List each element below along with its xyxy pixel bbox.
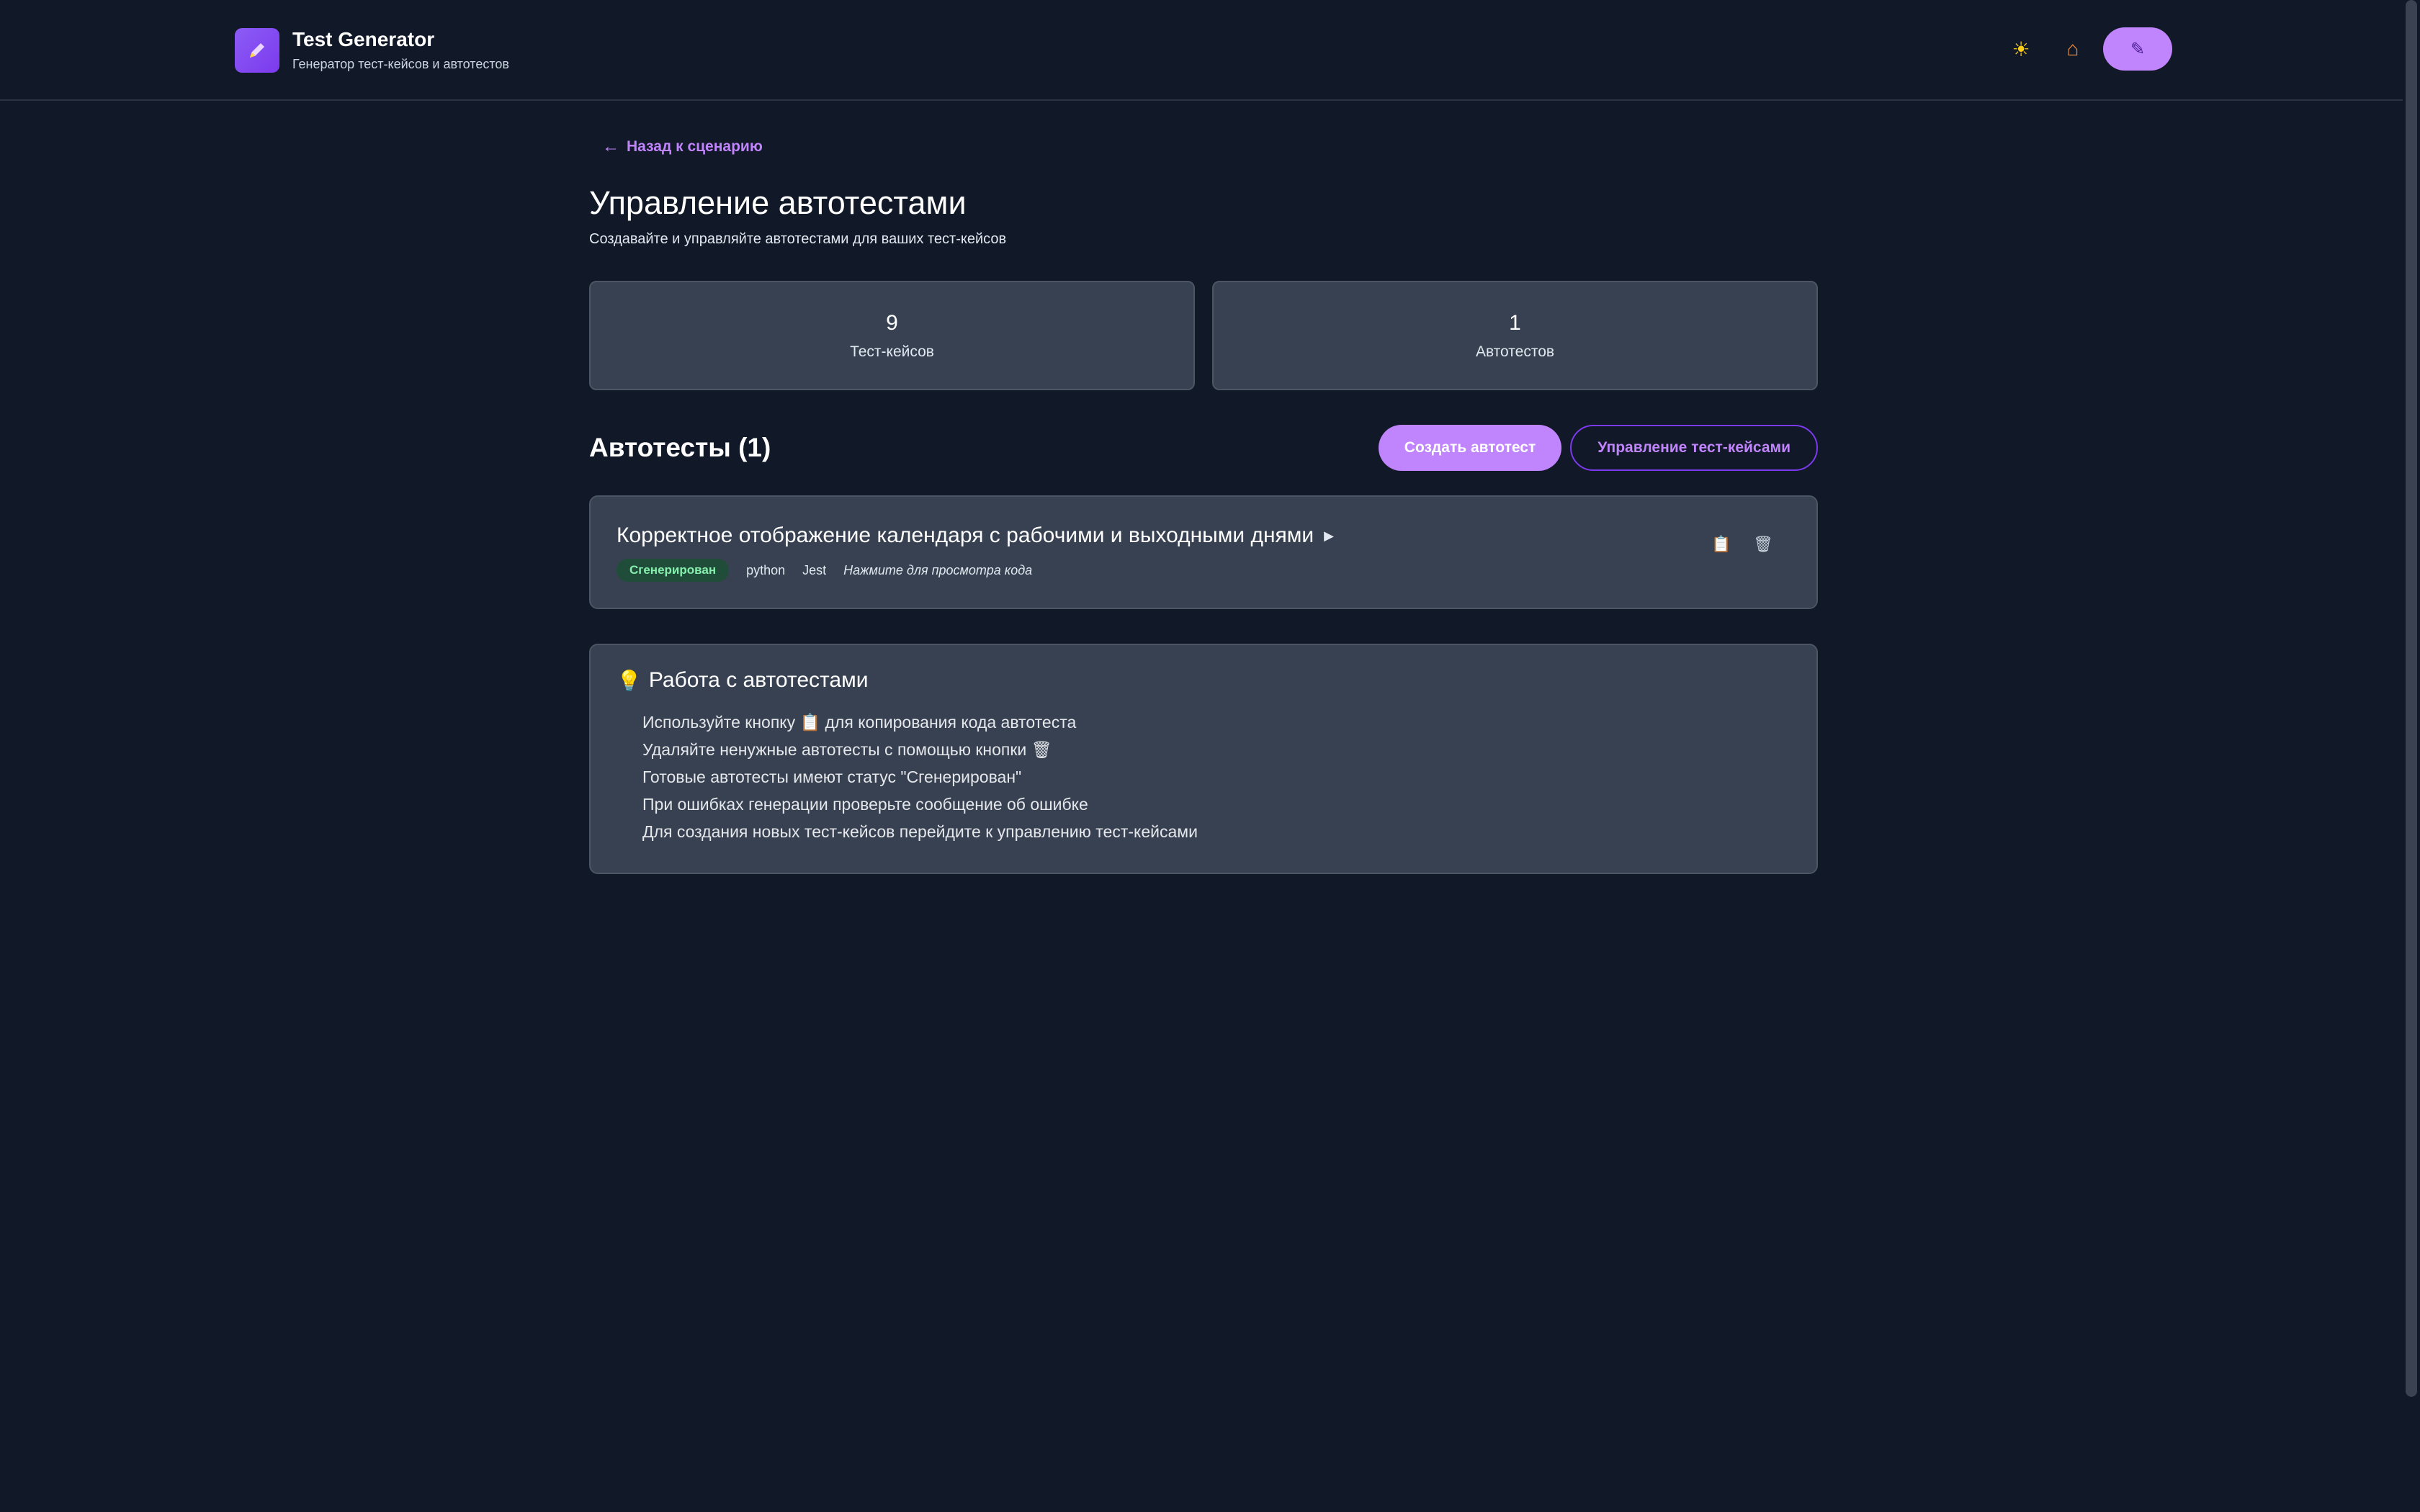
view-code-hint: Нажмите для просмотра кода (843, 562, 1033, 577)
list-item: При ошибках генерации проверьте сообщени… (642, 795, 1088, 814)
home-button[interactable]: ⌂ (2051, 27, 2094, 71)
stat-value: 9 (886, 311, 898, 335)
header-actions: ☀ ⌂ ✎ (1999, 27, 2172, 71)
brand[interactable]: Test Generator Генератор тест-кейсов и а… (235, 27, 509, 73)
page-scrollbar[interactable] (2403, 0, 2420, 1512)
trash-icon: 🗑 (1753, 535, 1773, 553)
info-card: 💡 Работа с автотестами Используйте кнопк… (589, 644, 1818, 874)
arrow-left-icon: ← (602, 137, 619, 156)
page-title: Управление автотестами (589, 184, 967, 221)
app-subtitle: Генератор тест-кейсов и автотестов (292, 57, 509, 71)
memo-icon: ✎ (2130, 39, 2146, 59)
stat-label: Автотестов (1475, 343, 1555, 360)
autotest-title: Корректное отображение календаря с рабоч… (617, 521, 1791, 550)
manage-test-cases-button[interactable]: Управление тест-кейсами (1570, 425, 1818, 471)
app-header: Test Generator Генератор тест-кейсов и а… (0, 0, 2403, 101)
info-title: 💡 Работа с автотестами (617, 668, 1791, 693)
framework-label: Jest (802, 562, 827, 577)
clipboard-icon: 📋 (1711, 535, 1731, 553)
stats-row: 9 Тест-кейсов 1 Автотестов (589, 281, 1818, 390)
brand-text: Test Generator Генератор тест-кейсов и а… (292, 27, 509, 73)
info-list: Используйте кнопку 📋 для копирования код… (642, 708, 1791, 845)
autotests-section-title: Автотесты (1) (589, 433, 771, 462)
autotest-title-text: Корректное отображение календаря с рабоч… (617, 523, 1314, 547)
autotest-meta: Сгенерирован python Jest Нажмите для про… (617, 559, 1791, 582)
stat-value: 1 (1509, 311, 1521, 335)
back-to-scenario-link[interactable]: ← Назад к сценарию (602, 137, 763, 157)
list-item: Для создания новых тест-кейсов перейдите… (642, 822, 1198, 841)
autotest-card[interactable]: Корректное отображение календаря с рабоч… (589, 495, 1818, 609)
status-badge: Сгенерирован (617, 559, 730, 582)
sun-icon: ☀ (2012, 37, 2030, 60)
stat-card-autotests: 1 Автотестов (1212, 281, 1818, 390)
copy-code-button[interactable]: 📋 (1704, 527, 1739, 562)
lightbulb-icon: 💡 (617, 669, 642, 692)
language-label: python (746, 562, 786, 577)
app-root: Test Generator Генератор тест-кейсов и а… (0, 0, 2420, 1512)
edit-button[interactable]: ✎ (2103, 27, 2172, 71)
info-title-text: Работа с автотестами (648, 668, 869, 692)
play-icon: ▶ (1324, 528, 1334, 543)
main-content: ← Назад к сценарию Управление автотестам… (589, 137, 1818, 874)
theme-toggle-button[interactable]: ☀ (1999, 27, 2043, 71)
create-autotest-button[interactable]: Создать автотест (1378, 425, 1562, 471)
pencil-icon (235, 28, 279, 73)
home-icon: ⌂ (2066, 37, 2079, 60)
stat-card-test-cases: 9 Тест-кейсов (589, 281, 1195, 390)
delete-autotest-button[interactable]: 🗑 (1746, 527, 1780, 562)
section-actions: Создать автотест Управление тест-кейсами (1378, 425, 1818, 471)
stat-label: Тест-кейсов (850, 343, 934, 360)
scrollbar-thumb[interactable] (2406, 0, 2417, 1397)
autotests-section-header: Автотесты (1) Создать автотест Управлени… (589, 425, 1818, 471)
autotest-actions: 📋 🗑 (1704, 527, 1788, 562)
list-item: Удаляйте ненужные автотесты с помощью кн… (642, 740, 1052, 759)
list-item: Готовые автотесты имеют статус "Сгенерир… (642, 768, 1022, 786)
app-title: Test Generator (292, 28, 435, 50)
back-link-label: Назад к сценарию (627, 138, 763, 155)
list-item: Используйте кнопку 📋 для копирования код… (642, 713, 1077, 732)
page-subtitle: Создавайте и управляйте автотестами для … (589, 231, 1007, 247)
